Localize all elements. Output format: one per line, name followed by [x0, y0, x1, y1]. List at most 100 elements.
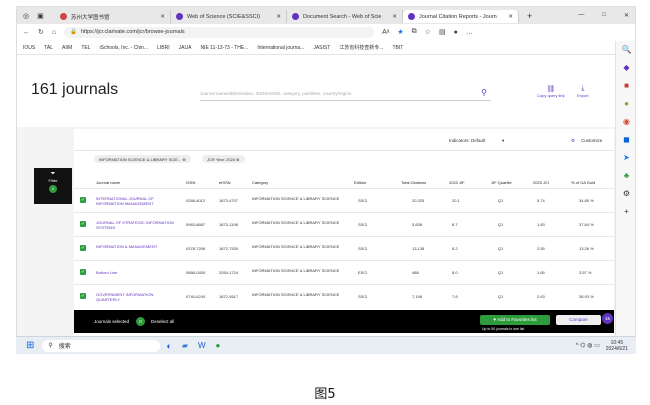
search-icon[interactable]: ⚲: [481, 88, 487, 97]
account-icon[interactable]: ●: [454, 29, 458, 36]
gear-icon[interactable]: ⚙: [571, 138, 575, 143]
filter-chip-category[interactable]: INFORMATION SCIENCE & LIBRARY SCIE... ⊗: [94, 155, 191, 163]
bookmark-item[interactable]: 江苏省科技查新专...: [339, 44, 383, 51]
close-icon[interactable]: ⊗: [182, 157, 185, 162]
bookmark-item[interactable]: iSchools, Inc. - Chin...: [100, 45, 149, 51]
back-icon[interactable]: ←: [23, 29, 30, 36]
table-header: Journal name ISSN eISSN Category Edition…: [74, 176, 614, 188]
row-checkbox[interactable]: ✓: [80, 221, 86, 227]
download-icon: ⤓: [581, 85, 585, 92]
clock[interactable]: 10:45 2024/6/21: [606, 340, 628, 352]
bookmark-item[interactable]: TEL: [81, 45, 90, 51]
filter-button[interactable]: ⏷ Filter 2: [34, 168, 72, 204]
row-checkbox[interactable]: ✓: [80, 269, 86, 275]
issn-cell: 0378-7206: [186, 246, 206, 251]
bookmark-item[interactable]: IOUS: [23, 45, 35, 51]
reload-icon[interactable]: ↻: [38, 28, 44, 36]
star-icon[interactable]: ★: [397, 28, 403, 36]
search-input[interactable]: Journal name/abbreviation, ISSN/eISSN, c…: [200, 87, 491, 101]
row-checkbox[interactable]: ✓: [80, 293, 86, 299]
home-icon[interactable]: ⌂: [52, 29, 56, 36]
extensions-icon[interactable]: ⧉: [412, 28, 417, 36]
bookmark-item[interactable]: NIE 11-13-73 - THE...: [200, 45, 248, 51]
taskbar-search[interactable]: ⚲ 搜索: [42, 339, 161, 352]
tab-web-of-science[interactable]: Web of Science (SCIE&SSCI) ✕: [171, 10, 287, 23]
customize-button[interactable]: Customize: [581, 138, 602, 143]
close-window-button[interactable]: ✕: [624, 12, 629, 19]
col-oa-gold[interactable]: % of OA Gold: [571, 180, 595, 185]
bookmark-item[interactable]: TBIT: [392, 45, 403, 51]
journal-name-link[interactable]: INTERNATIONAL JOURNAL OF INFORMATION MAN…: [96, 196, 174, 206]
bookmark-item[interactable]: International journa...: [257, 45, 304, 51]
copy-query-button[interactable]: ⛓ Copy query link: [537, 85, 565, 98]
journal-name-link[interactable]: JOURNAL OF STRATEGIC INFORMATION SYSTEMS: [96, 220, 174, 230]
close-icon[interactable]: ✕: [508, 14, 513, 20]
col-total-citations[interactable]: Total Citations: [401, 180, 426, 185]
tray-icons[interactable]: ^ ⌬ ◍ ▭: [576, 342, 600, 349]
bookmark-item[interactable]: AIIM: [62, 45, 72, 51]
collections-icon[interactable]: ▤: [439, 28, 446, 36]
word-icon[interactable]: W: [198, 341, 206, 350]
journal-name-link[interactable]: INFORMATION & MANAGEMENT: [96, 244, 174, 249]
indicators-select[interactable]: Indicators: Default: [449, 138, 485, 143]
compare-button[interactable]: Compare: [556, 315, 601, 325]
close-icon[interactable]: ✕: [392, 14, 397, 20]
outlook-icon[interactable]: ◼: [623, 135, 630, 144]
bookmark-item[interactable]: TAL: [44, 45, 53, 51]
bookmark-item[interactable]: JASIST: [313, 45, 330, 51]
col-jci[interactable]: 2023 JCI: [533, 180, 549, 185]
file-explorer-icon[interactable]: ▰: [182, 341, 188, 350]
journal-name-link[interactable]: GOVERNMENT INFORMATION QUARTERLY: [96, 292, 174, 302]
favorites-icon[interactable]: ☆: [425, 28, 431, 36]
bag-icon[interactable]: ■: [624, 81, 629, 90]
col-jif[interactable]: 2023 JIF: [449, 180, 465, 185]
tree-icon[interactable]: ♣: [624, 171, 629, 180]
new-tab-button[interactable]: +: [519, 11, 532, 21]
maximize-button[interactable]: □: [602, 12, 606, 19]
tab-favicon-icon: [60, 13, 67, 20]
category-cell: INFORMATION SCIENCE & LIBRARY SCIENCE: [252, 292, 340, 297]
tab-library[interactable]: 苏州大学图书馆 ✕: [55, 10, 171, 23]
close-icon[interactable]: ✕: [276, 14, 281, 20]
jcr-page: 161 journals Journal name/abbreviation, …: [17, 55, 615, 353]
journal-name-link[interactable]: Bottom Line: [96, 270, 174, 275]
more-icon[interactable]: …: [466, 29, 473, 36]
profile-icon[interactable]: ◎: [23, 12, 29, 20]
paper-plane-icon[interactable]: ➤: [623, 153, 630, 162]
office-icon[interactable]: ◉: [623, 117, 630, 126]
tag-icon[interactable]: ◆: [623, 63, 629, 72]
settings-icon[interactable]: ⚙: [623, 189, 630, 198]
close-icon[interactable]: ⊗: [236, 157, 239, 162]
bookmark-item[interactable]: LIBRI: [157, 45, 170, 51]
people-icon[interactable]: ●: [624, 99, 629, 108]
link-icon: ⛓: [546, 86, 556, 93]
edition-cell: SSCI: [358, 294, 368, 299]
read-aloud-icon[interactable]: Aᵃ: [382, 29, 389, 36]
add-to-favorites-button[interactable]: ♥ Add to Favorites list: [480, 315, 550, 325]
lock-icon: 🔒: [70, 29, 77, 35]
tab-jcr[interactable]: Journal Citation Reports - Journ ✕: [403, 10, 519, 23]
row-checkbox[interactable]: ✓: [80, 197, 86, 203]
minimize-button[interactable]: —: [578, 12, 584, 19]
tab-document-search[interactable]: Document Search - Web of Scie ✕: [287, 10, 403, 23]
edge-icon[interactable]: ◐: [166, 341, 171, 351]
add-icon[interactable]: +: [624, 207, 629, 216]
jif-cell: 20.1: [452, 198, 460, 203]
deselect-all-button[interactable]: Deselect all: [151, 319, 174, 324]
export-button[interactable]: ⤓ Export: [577, 85, 589, 98]
windows-start-icon[interactable]: ⊞: [26, 340, 34, 351]
row-checkbox[interactable]: ✓: [80, 245, 86, 251]
search-icon[interactable]: 🔍: [622, 45, 632, 54]
col-journal-name[interactable]: Journal name: [96, 180, 120, 185]
wechat-icon[interactable]: ●: [216, 341, 221, 350]
filter-chip-year[interactable]: JCR Year: 2024 ⊗: [202, 155, 245, 163]
total-citations-cell: 3,838: [412, 222, 423, 227]
jif-cell: 8.2: [452, 246, 458, 251]
close-icon[interactable]: ✕: [160, 14, 165, 20]
tab-actions-icon[interactable]: ▣: [37, 12, 44, 20]
edge-sidebar: 🔍 ◆ ■ ● ◉ ◼ ➤ ♣ ⚙ +: [615, 41, 635, 353]
chevron-down-icon[interactable]: ▾: [502, 138, 504, 143]
col-jif-quartile[interactable]: JIF Quartile: [491, 180, 512, 185]
bookmark-item[interactable]: JAUA: [179, 45, 192, 51]
url-field[interactable]: 🔒 https://jcr.clarivate.com/jcr/browse-jo…: [64, 26, 375, 38]
